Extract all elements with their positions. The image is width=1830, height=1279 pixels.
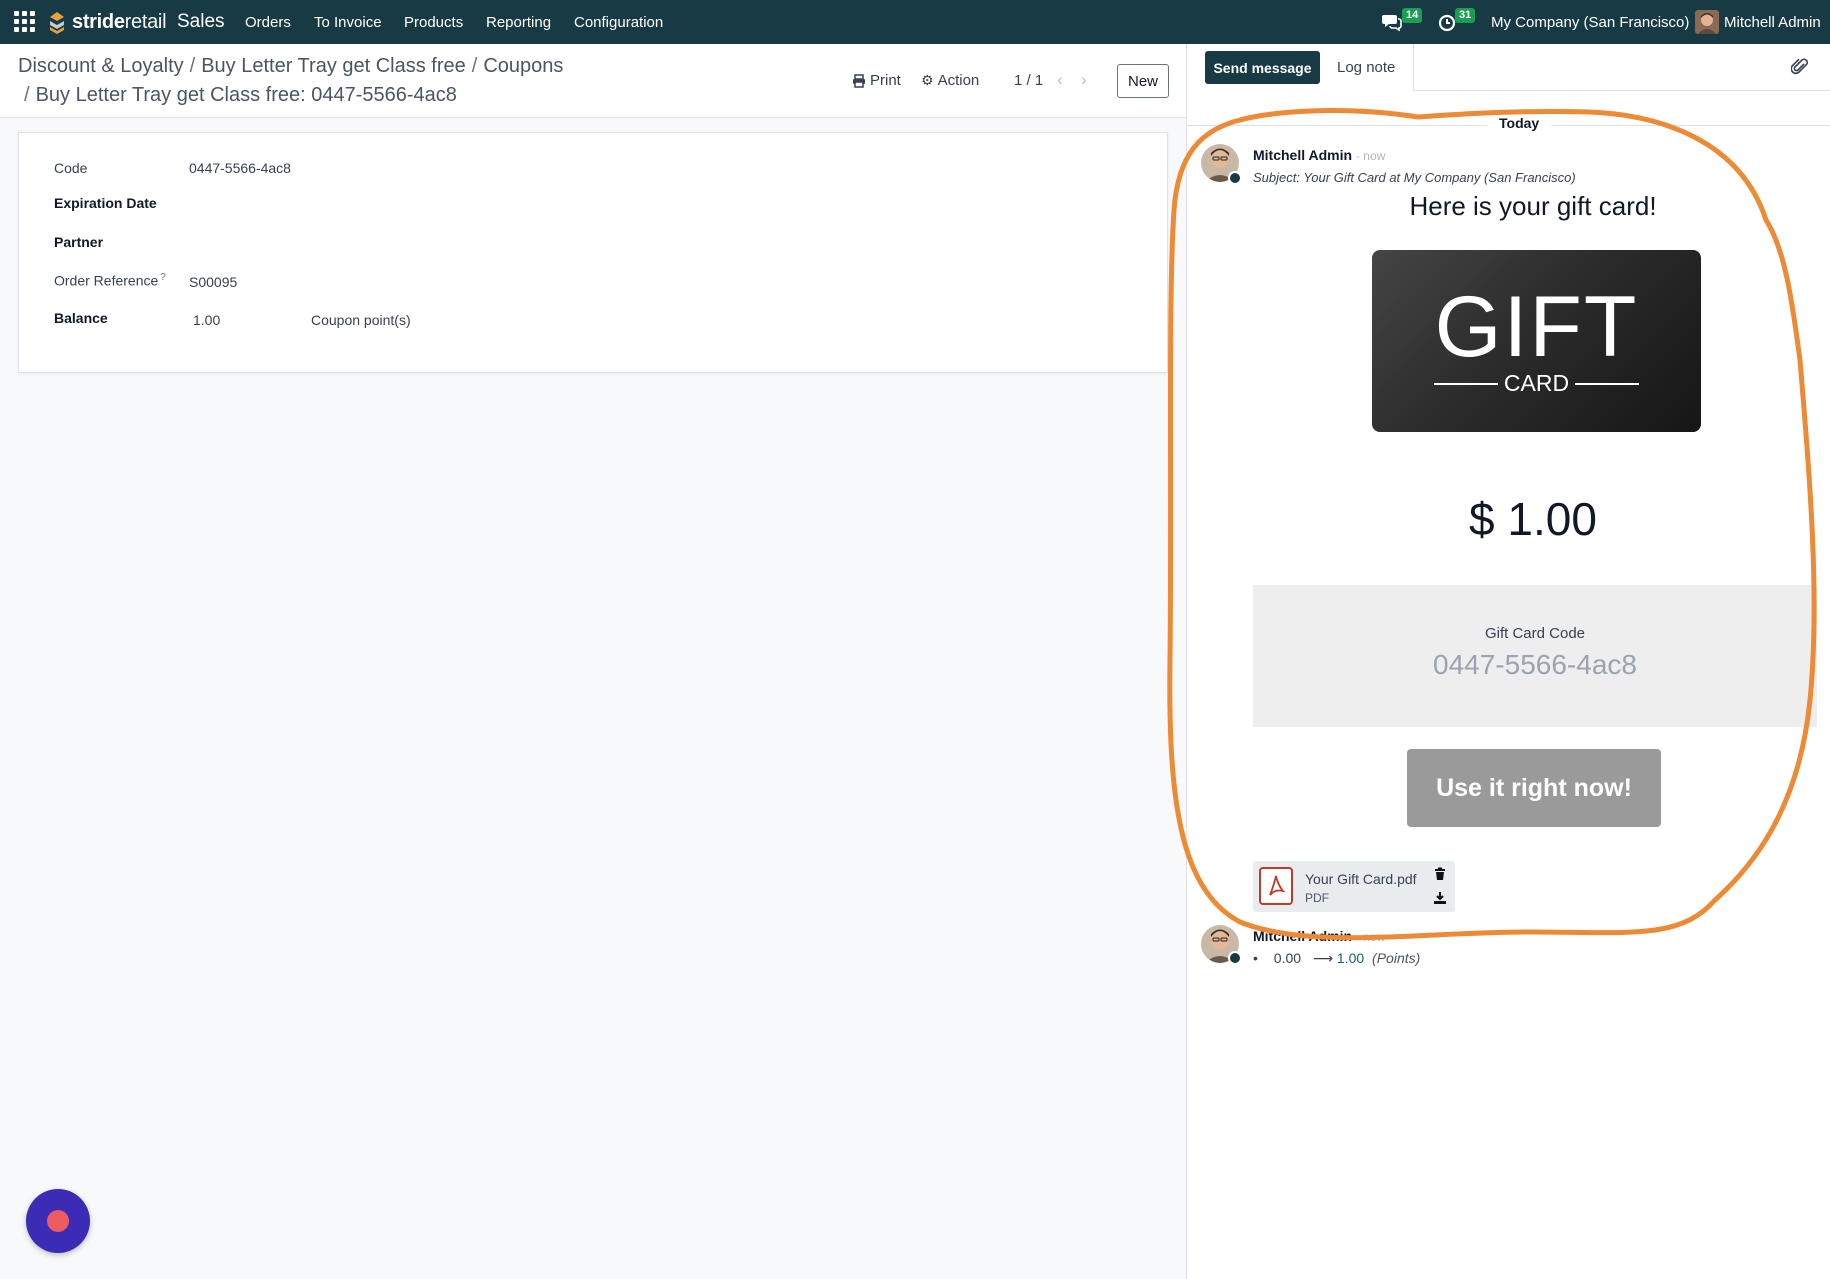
menu-products[interactable]: Products [404, 14, 463, 31]
send-message-button[interactable]: Send message [1205, 51, 1320, 84]
action-button[interactable]: ⚙ Action [921, 72, 979, 89]
action-label: Action [937, 72, 980, 89]
menu-reporting[interactable]: Reporting [486, 14, 551, 31]
card-line-right [1575, 383, 1639, 385]
tracking-old-value: 0.00 [1273, 950, 1302, 966]
breadcrumb-separator: / [189, 55, 196, 77]
message-author-name[interactable]: Mitchell Admin [1253, 147, 1352, 163]
message-subject: Subject: Your Gift Card at My Company (S… [1253, 170, 1576, 185]
print-label: Print [870, 72, 901, 89]
help-tooltip-icon[interactable]: ? [160, 272, 166, 283]
print-button[interactable]: Print [852, 72, 901, 89]
control-panel: Discount & Loyalty / Buy Letter Tray get C… [0, 44, 1186, 118]
company-switcher[interactable]: My Company (San Francisco) [1491, 14, 1689, 31]
pager-value[interactable]: 1 / 1 [1014, 72, 1043, 89]
gear-icon: ⚙ [921, 72, 934, 88]
attachment-type: PDF [1305, 891, 1329, 905]
brand-name: strideretail [72, 10, 167, 33]
balance-label: Balance [54, 310, 108, 326]
messages-badge: 14 [1402, 8, 1423, 23]
menu-to-invoice[interactable]: To Invoice [314, 14, 382, 31]
tracking-value-change: • 0.00 ⟶ 1.00 (Points) [1253, 950, 1420, 967]
partner-label: Partner [54, 234, 104, 250]
gift-card-title: GIFT [1434, 279, 1639, 375]
gift-card-heading: Here is your gift card! [1409, 191, 1657, 221]
message-author: Mitchell Admin - now [1253, 147, 1385, 163]
breadcrumb-separator: / [471, 55, 478, 77]
clock-icon[interactable] [1437, 12, 1457, 32]
gift-card-image: GIFT CARD [1372, 250, 1701, 432]
online-status-icon [1228, 171, 1242, 185]
breadcrumb-current: / Buy Letter Tray get Class free: 0447-55… [24, 84, 457, 107]
new-button[interactable]: New [1117, 64, 1169, 98]
download-icon[interactable] [1433, 891, 1447, 905]
day-separator-label: Today [1487, 115, 1552, 131]
trash-icon[interactable] [1433, 867, 1447, 881]
gift-card-code-box: Gift Card Code 0447-5566-4ac8 [1253, 585, 1817, 727]
attachment-name[interactable]: Your Gift Card.pdf [1305, 871, 1417, 887]
divider [1413, 44, 1414, 90]
form-sheet: Code 0447-5566-4ac8 Expiration Date Part… [18, 132, 1168, 373]
use-gift-card-button[interactable]: Use it right now! [1407, 749, 1661, 827]
gift-card-code-label: Gift Card Code [1484, 625, 1586, 642]
partner-field[interactable] [189, 230, 469, 252]
floating-chat-bubble[interactable] [26, 1189, 90, 1253]
tracking-field-name: (Points) [1372, 950, 1421, 966]
message-author: Mitchell Admin - now [1253, 928, 1385, 944]
gift-card-amount: $ 1.00 [1469, 493, 1597, 545]
breadcrumb-coupons[interactable]: Coupons [483, 55, 563, 77]
record-title: Buy Letter Tray get Class free: 0447-556… [35, 84, 457, 106]
chatter-panel: Send message Log note Today Mitchell Adm… [1186, 44, 1830, 1279]
activities-badge: 31 [1455, 8, 1476, 23]
gift-card-code-value: 0447-5566-4ac8 [1433, 649, 1637, 680]
message-date: - now [1355, 930, 1386, 944]
grid-icon[interactable] [14, 11, 36, 33]
online-status-icon [1228, 951, 1242, 965]
arrow-right-icon: ⟶ [1312, 950, 1334, 966]
gift-card-subtitle: CARD [1503, 370, 1570, 396]
order-reference-label-text: Order Reference [54, 272, 159, 289]
pdf-icon [1259, 867, 1293, 905]
logo-mark-icon [50, 12, 64, 34]
menu-configuration[interactable]: Configuration [574, 14, 663, 31]
balance-unit: Coupon point(s) [311, 312, 411, 328]
order-reference-field[interactable]: S00095 [189, 274, 237, 290]
record-dot-icon [47, 1210, 69, 1232]
message-author-name[interactable]: Mitchell Admin [1253, 928, 1352, 944]
chevron-left-icon[interactable]: ‹ [1057, 70, 1063, 90]
divider [1413, 90, 1830, 91]
user-avatar[interactable] [1695, 10, 1719, 34]
current-app-name[interactable]: Sales [177, 11, 225, 33]
breadcrumb-discount-loyalty[interactable]: Discount & Loyalty [18, 55, 184, 77]
attachment-card[interactable]: Your Gift Card.pdf PDF [1253, 861, 1455, 912]
chat-bubbles-icon[interactable] [1382, 12, 1402, 32]
code-label: Code [54, 160, 88, 176]
expiration-date-label: Expiration Date [54, 195, 157, 211]
order-reference-label: Order Reference? [54, 272, 166, 289]
bullet-icon: • [1253, 950, 1258, 966]
top-navbar: strideretail Sales Orders To Invoice Pro… [0, 0, 1830, 44]
brand-logo[interactable]: strideretail [46, 8, 167, 36]
message-date: - now [1355, 149, 1386, 163]
chevron-right-icon[interactable]: › [1081, 70, 1087, 90]
user-menu[interactable]: Mitchell Admin [1724, 14, 1821, 31]
code-field[interactable]: 0447-5566-4ac8 [189, 160, 291, 176]
printer-icon [853, 73, 865, 88]
breadcrumb-separator: / [24, 84, 30, 106]
breadcrumb: Discount & Loyalty / Buy Letter Tray get C… [18, 55, 563, 78]
menu-orders[interactable]: Orders [245, 14, 291, 31]
expiration-date-field[interactable] [189, 191, 469, 213]
balance-field[interactable]: 1.00 [193, 312, 220, 328]
paperclip-icon[interactable] [1791, 58, 1809, 76]
log-note-button[interactable]: Log note [1337, 59, 1395, 76]
tracking-new-value: 1.00 [1336, 950, 1365, 966]
breadcrumb-program[interactable]: Buy Letter Tray get Class free [201, 55, 466, 77]
